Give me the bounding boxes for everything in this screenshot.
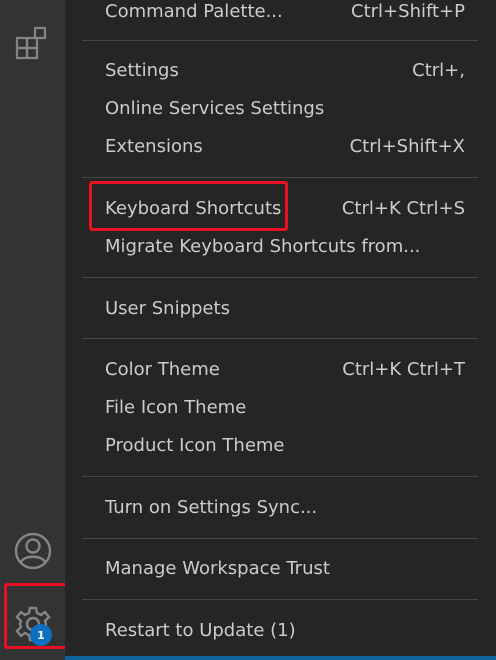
menu-item-restart-to-update[interactable]: Restart to Update (1) xyxy=(65,611,496,649)
menu-item-shortcut: Ctrl+, xyxy=(412,59,465,81)
menu-item-turn-on-settings-sync[interactable]: Turn on Settings Sync... xyxy=(65,488,496,526)
menu-separator xyxy=(82,476,478,477)
menu-item-user-snippets[interactable]: User Snippets xyxy=(65,289,496,327)
extensions-icon[interactable] xyxy=(0,22,65,62)
menu-item-extensions[interactable]: Extensions Ctrl+Shift+X xyxy=(65,127,496,165)
menu-item-migrate-keyboard-shortcuts[interactable]: Migrate Keyboard Shortcuts from... xyxy=(65,227,496,265)
menu-item-label: File Icon Theme xyxy=(105,396,247,418)
menu-separator xyxy=(82,277,478,278)
menu-item-manage-workspace-trust[interactable]: Manage Workspace Trust xyxy=(65,549,496,587)
menu-item-color-theme[interactable]: Color Theme Ctrl+K Ctrl+T xyxy=(65,350,496,388)
menu-item-shortcut: Ctrl+Shift+P xyxy=(351,0,465,22)
menu-item-label: Settings xyxy=(105,59,179,81)
menu-item-label: Migrate Keyboard Shortcuts from... xyxy=(105,235,421,257)
menu-item-shortcut: Ctrl+Shift+X xyxy=(349,135,465,157)
menu-item-label: Restart to Update (1) xyxy=(105,619,296,641)
menu-item-label: Color Theme xyxy=(105,358,220,380)
account-icon[interactable] xyxy=(0,529,65,573)
menu-item-file-icon-theme[interactable]: File Icon Theme xyxy=(65,388,496,426)
menu-item-label: Turn on Settings Sync... xyxy=(105,496,318,518)
gear-highlight-box xyxy=(4,583,69,649)
menu-separator xyxy=(82,599,478,600)
menu-item-product-icon-theme[interactable]: Product Icon Theme xyxy=(65,426,496,464)
menu-item-settings[interactable]: Settings Ctrl+, xyxy=(65,51,496,89)
menu-item-label: Product Icon Theme xyxy=(105,434,285,456)
menu-item-label: Command Palette... xyxy=(105,0,283,22)
menu-separator xyxy=(82,177,478,178)
menu-separator xyxy=(82,338,478,339)
menu-item-label: Extensions xyxy=(105,135,203,157)
menu-item-online-services-settings[interactable]: Online Services Settings xyxy=(65,89,496,127)
menu-item-label: User Snippets xyxy=(105,297,230,319)
activity-bar xyxy=(0,0,65,660)
menu-separator xyxy=(82,538,478,539)
menu-item-label: Manage Workspace Trust xyxy=(105,557,330,579)
menu-item-shortcut: Ctrl+K Ctrl+T xyxy=(342,358,465,380)
menu-separator xyxy=(82,40,478,41)
menu-item-shortcut: Ctrl+K Ctrl+S xyxy=(341,197,465,219)
keyboard-shortcuts-highlight-box xyxy=(89,181,288,231)
manage-menu: Command Palette... Ctrl+Shift+P Settings… xyxy=(65,0,496,660)
status-bar-strip xyxy=(65,656,496,660)
menu-item-command-palette[interactable]: Command Palette... Ctrl+Shift+P xyxy=(65,0,496,30)
menu-item-label: Online Services Settings xyxy=(105,97,325,119)
